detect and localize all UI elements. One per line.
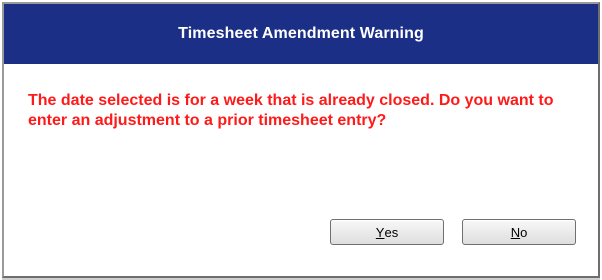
no-accelerator: N (510, 224, 521, 240)
no-button[interactable]: No (462, 219, 576, 245)
dialog-title: Timesheet Amendment Warning (178, 25, 424, 42)
yes-label-rest: es (384, 224, 399, 240)
no-label-rest: o (520, 224, 528, 240)
yes-button[interactable]: Yes (330, 219, 444, 245)
dialog-buttons: Yes No (330, 219, 576, 245)
yes-accelerator: Y (375, 224, 385, 240)
dialog-title-bar: Timesheet Amendment Warning (4, 4, 598, 64)
warning-message: The date selected is for a week that is … (28, 92, 554, 129)
timesheet-amendment-warning-dialog: Timesheet Amendment Warning The date sel… (2, 2, 600, 278)
